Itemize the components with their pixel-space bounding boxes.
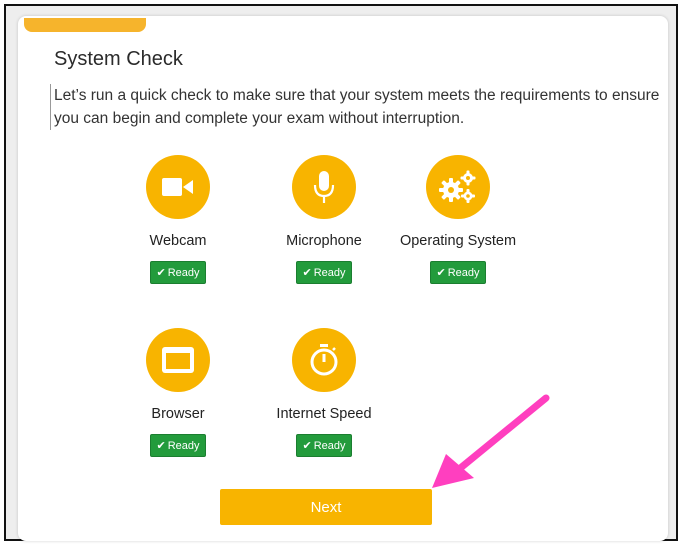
status-badge: ✔ Ready (296, 434, 352, 457)
check-label: Browser (151, 406, 205, 422)
video-camera-icon (146, 155, 210, 219)
progress-bar (24, 18, 146, 32)
browser-window-icon (146, 328, 210, 392)
check-operating-system: Operating System ✔ Ready (388, 155, 528, 284)
checkmark-icon: ✔ (302, 267, 312, 279)
microphone-icon (292, 155, 356, 219)
check-webcam: Webcam ✔ Ready (108, 155, 248, 284)
next-button[interactable]: Next (220, 489, 432, 525)
status-badge: ✔ Ready (150, 261, 206, 284)
page-description: Let’s run a quick check to make sure tha… (50, 84, 664, 130)
stopwatch-icon (292, 328, 356, 392)
checkmark-icon: ✔ (156, 440, 166, 452)
checkmark-icon: ✔ (156, 267, 166, 279)
status-badge: ✔ Ready (430, 261, 486, 284)
check-label: Webcam (149, 233, 207, 249)
annotation-arrow-icon (432, 394, 550, 488)
checkmark-icon: ✔ (436, 267, 446, 279)
check-microphone: Microphone ✔ Ready (254, 155, 394, 284)
checkmark-icon: ✔ (302, 440, 312, 452)
status-badge: ✔ Ready (296, 261, 352, 284)
check-internet-speed: Internet Speed ✔ Ready (254, 328, 394, 457)
check-label: Operating System (399, 233, 517, 249)
status-badge: ✔ Ready (150, 434, 206, 457)
check-browser: Browser ✔ Ready (108, 328, 248, 457)
page-title: System Check (54, 48, 183, 70)
check-label: Internet Speed (276, 406, 372, 422)
gears-icon (426, 155, 490, 219)
check-label: Microphone (286, 233, 362, 249)
